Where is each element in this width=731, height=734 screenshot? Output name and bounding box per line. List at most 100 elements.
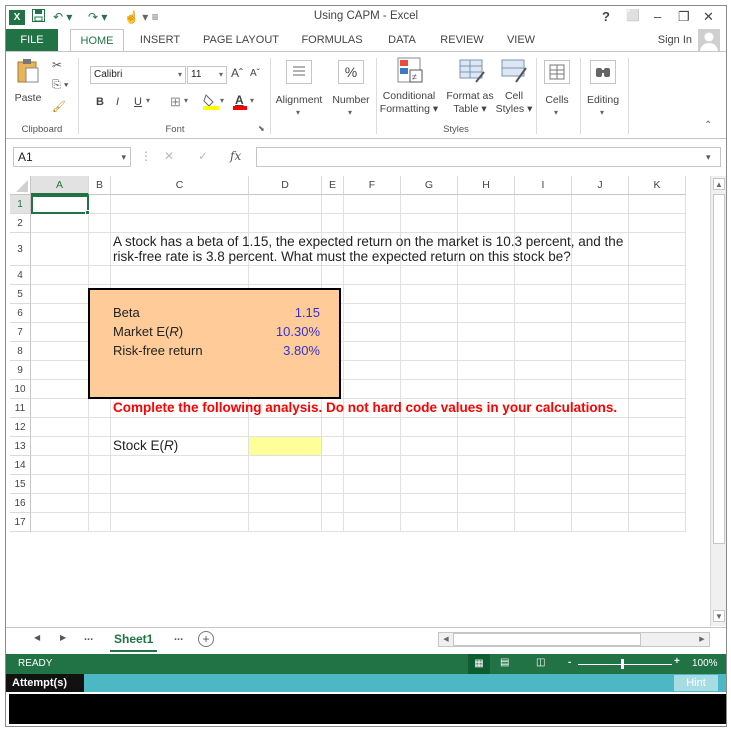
minimize-icon[interactable]: –	[654, 9, 661, 24]
paste-icon[interactable]	[16, 58, 40, 84]
row-header-3[interactable]: 3	[10, 233, 31, 266]
row-header-11[interactable]: 11	[10, 399, 31, 418]
cells-dropdown-icon[interactable]: ▾	[554, 108, 558, 117]
paste-button[interactable]: Paste	[12, 92, 44, 104]
row-header-6[interactable]: 6	[10, 304, 31, 323]
percent-icon[interactable]: %	[338, 60, 364, 84]
horizontal-scroll-thumb[interactable]	[453, 633, 641, 646]
number-button[interactable]: Number	[328, 94, 374, 106]
column-header-b[interactable]: B	[89, 176, 111, 195]
row-header-15[interactable]: 15	[10, 475, 31, 494]
zoom-out-icon[interactable]: -	[568, 657, 571, 668]
font-dialog-launcher-icon[interactable]: ⬊	[258, 124, 265, 133]
tab-review[interactable]: REVIEW	[434, 29, 490, 51]
expand-formula-bar-icon[interactable]: ▾	[706, 152, 711, 163]
zoom-slider[interactable]	[578, 664, 672, 665]
insert-function-icon[interactable]: fx	[230, 149, 241, 163]
zoom-slider-thumb[interactable]	[621, 659, 624, 669]
cell-styles-button[interactable]: Cell Styles ▾	[494, 90, 534, 116]
column-header-c[interactable]: C	[111, 176, 249, 195]
help-icon[interactable]: ?	[602, 9, 610, 24]
sheet-tab-sheet1[interactable]: Sheet1	[110, 628, 158, 652]
normal-view-icon[interactable]: ▦	[468, 654, 490, 674]
font-color-icon[interactable]: A	[232, 92, 248, 110]
row-header-2[interactable]: 2	[10, 214, 31, 233]
zoom-in-icon[interactable]: +	[674, 656, 680, 667]
scroll-up-icon[interactable]: ▲	[713, 178, 725, 190]
page-break-view-icon[interactable]: ◫	[536, 657, 545, 668]
borders-dropdown-icon[interactable]: ▾	[184, 96, 188, 105]
fill-color-icon[interactable]	[202, 92, 220, 110]
row-header-9[interactable]: 9	[10, 361, 31, 380]
column-header-j[interactable]: J	[572, 176, 629, 195]
page-layout-view-icon[interactable]: ▤	[500, 657, 509, 668]
sheet-scroll-right[interactable]: ...	[174, 631, 183, 643]
format-as-table-icon[interactable]	[458, 56, 486, 84]
column-header-i[interactable]: I	[515, 176, 572, 195]
row-header-8[interactable]: 8	[10, 342, 31, 361]
tab-home[interactable]: HOME	[70, 29, 124, 52]
enter-icon[interactable]: ✓	[198, 149, 208, 163]
underline-dropdown-icon[interactable]: ▾	[146, 96, 150, 105]
sheet-scroll-left[interactable]: ...	[84, 631, 93, 643]
fill-color-dropdown-icon[interactable]: ▾	[220, 96, 224, 105]
tab-insert[interactable]: INSERT	[134, 29, 186, 51]
column-header-a[interactable]: A	[31, 176, 89, 195]
vertical-scroll-thumb[interactable]	[713, 194, 725, 544]
fill-handle[interactable]	[85, 210, 90, 215]
font-name-select[interactable]: Calibri ▾	[90, 66, 186, 84]
select-all-corner[interactable]	[10, 176, 31, 195]
cells-icon[interactable]	[544, 60, 570, 84]
scroll-right-icon[interactable]: ▶	[695, 633, 709, 646]
tab-data[interactable]: DATA	[380, 29, 424, 51]
hint-button[interactable]: Hint	[674, 675, 718, 691]
cut-icon[interactable]: ✂	[52, 58, 62, 72]
user-avatar-icon[interactable]	[698, 29, 720, 51]
font-size-select[interactable]: 11 ▾	[187, 66, 227, 84]
ribbon-display-icon[interactable]: ⬜	[626, 9, 640, 22]
italic-button[interactable]: I	[116, 96, 119, 108]
zoom-level[interactable]: 100%	[692, 658, 718, 669]
alignment-dropdown-icon[interactable]: ▾	[296, 108, 300, 117]
shrink-font-button[interactable]: Aˇ	[250, 68, 260, 79]
editing-button[interactable]: Editing	[582, 94, 624, 106]
selected-cell-a1[interactable]	[31, 195, 89, 214]
column-header-k[interactable]: K	[629, 176, 686, 195]
sheet-prev-icon[interactable]: ◀	[34, 633, 40, 642]
column-header-f[interactable]: F	[344, 176, 401, 195]
column-header-e[interactable]: E	[322, 176, 344, 195]
number-dropdown-icon[interactable]: ▾	[348, 108, 352, 117]
binoculars-icon[interactable]	[590, 60, 616, 84]
tab-file[interactable]: FILE	[6, 29, 58, 51]
collapse-ribbon-icon[interactable]: ⌃	[704, 120, 712, 131]
borders-icon[interactable]: ⊞	[170, 94, 181, 110]
worksheet-grid[interactable]: A B C D E F G H I J K 1 2 3 4 5 6 7 8 9 10 11 12 13 14 15 16 17 A st…	[10, 176, 710, 536]
tab-page-layout[interactable]: PAGE LAYOUT	[198, 29, 284, 51]
row-header-10[interactable]: 10	[10, 380, 31, 399]
column-header-h[interactable]: H	[458, 176, 515, 195]
tab-formulas[interactable]: FORMULAS	[296, 29, 368, 51]
row-header-16[interactable]: 16	[10, 494, 31, 513]
column-header-g[interactable]: G	[401, 176, 458, 195]
name-box[interactable]: A1 ▾	[13, 147, 131, 167]
grow-font-button[interactable]: Aˆ	[231, 66, 243, 80]
editing-dropdown-icon[interactable]: ▾	[600, 108, 604, 117]
scroll-down-icon[interactable]: ▼	[713, 610, 725, 622]
copy-icon[interactable]: ⎘ ▾	[52, 79, 68, 92]
cancel-icon[interactable]: ✕	[164, 149, 174, 163]
answer-cell-d13[interactable]	[249, 437, 321, 455]
underline-button[interactable]: U	[134, 96, 142, 108]
conditional-formatting-button[interactable]: Conditional Formatting ▾	[378, 90, 440, 116]
column-header-d[interactable]: D	[249, 176, 322, 195]
row-header-4[interactable]: 4	[10, 266, 31, 285]
restore-icon[interactable]: ❐	[678, 9, 690, 25]
conditional-formatting-icon[interactable]: ≠	[396, 56, 424, 84]
row-header-7[interactable]: 7	[10, 323, 31, 342]
scroll-left-icon[interactable]: ◀	[439, 633, 453, 646]
row-header-5[interactable]: 5	[10, 285, 31, 304]
horizontal-scrollbar[interactable]: ◀ ▶	[438, 632, 710, 647]
sheet-next-icon[interactable]: ▶	[60, 633, 66, 642]
font-color-dropdown-icon[interactable]: ▾	[250, 96, 254, 105]
row-header-17[interactable]: 17	[10, 513, 31, 532]
bold-button[interactable]: B	[96, 96, 104, 108]
